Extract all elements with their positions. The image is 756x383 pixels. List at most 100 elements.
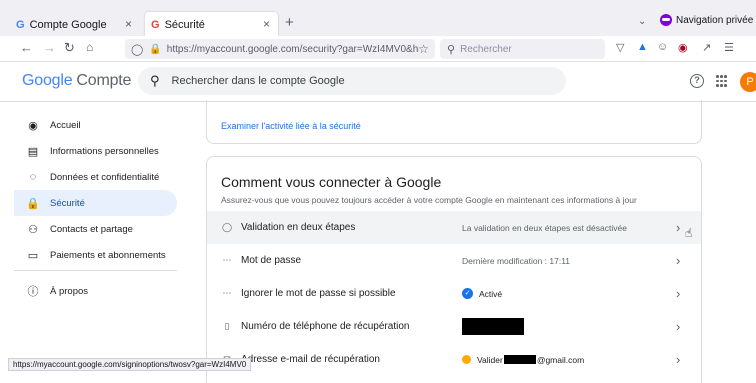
google-favicon-icon: G — [151, 19, 160, 31]
close-tab-icon[interactable]: × — [263, 17, 270, 31]
new-tab-button[interactable]: + — [285, 14, 294, 31]
sidebar-item-label: Accueil — [50, 119, 81, 131]
private-browsing-label: Navigation privée — [676, 14, 754, 26]
row-recovery-phone[interactable]: ▯ Numéro de téléphone de récupération › — [207, 310, 701, 343]
hamburger-menu-icon[interactable]: ☰ — [724, 41, 734, 54]
row-value-text: Activé — [479, 288, 503, 299]
google-favicon-icon: G — [16, 19, 25, 31]
sidebar-item-donnees-confidentialite[interactable]: ◌ Données et confidentialité — [14, 164, 177, 190]
reload-icon[interactable]: ↻ — [64, 40, 75, 56]
review-security-activity-link[interactable]: Examiner l'activité liée à la sécurité — [221, 121, 361, 131]
sidebar-item-a-propos[interactable]: ⓘ À propos — [14, 278, 177, 304]
ublock-icon[interactable]: ◉ — [678, 41, 688, 54]
info-icon: ⓘ — [27, 286, 39, 298]
row-value: Dernière modification : 17:11 — [462, 256, 570, 266]
shield-icon: ◯ — [221, 222, 233, 232]
phone-icon: ▯ — [224, 321, 230, 331]
row-recovery-email[interactable]: ✉ Adresse e-mail de récupération Valider… — [207, 343, 701, 376]
close-tab-icon[interactable]: × — [125, 17, 132, 31]
warning-dot-icon — [462, 355, 471, 364]
search-placeholder: Rechercher — [460, 43, 512, 55]
tab-compte-google[interactable]: G Compte Google × — [16, 12, 140, 38]
address-bar[interactable]: ◯ 🔒 https://myaccount.google.com/securit… — [125, 39, 435, 59]
sidebar-item-label: Informations personnelles — [50, 145, 159, 157]
sidebar-item-securite[interactable]: 🔒 Sécurité — [14, 190, 177, 216]
row-label: Validation en deux étapes — [241, 222, 356, 233]
sidebar-item-label: Paiements et abonnements — [50, 249, 166, 261]
passkey-icon: ⋯ — [222, 288, 232, 298]
row-label: Mot de passe — [241, 255, 302, 266]
security-activity-card: Examiner l'activité liée à la sécurité — [206, 100, 702, 144]
redacted-phone-number — [462, 318, 524, 335]
sidebar-item-informations-personnelles[interactable]: ▤ Informations personnelles — [14, 138, 177, 164]
google-account-logo[interactable]: Google Compte — [22, 72, 131, 90]
tracking-shield-icon[interactable]: ◯ — [131, 43, 143, 56]
google-logo-text: Google — [22, 72, 73, 89]
pointer-cursor-icon: ☝ — [685, 226, 693, 240]
url-text[interactable]: https://myaccount.google.com/security?ga… — [167, 44, 419, 55]
share-icon[interactable]: ↗ — [702, 41, 711, 54]
sidebar-item-contacts-partage[interactable]: ⚇ Contacts et partage — [14, 216, 177, 242]
chevron-right-icon: › — [676, 286, 681, 301]
sidebar-item-accueil[interactable]: ◉ Accueil — [14, 112, 177, 138]
row-label: Numéro de téléphone de récupération — [241, 321, 410, 332]
tab-title: Compte Google — [29, 19, 107, 31]
search-icon: ⚲ — [150, 73, 160, 88]
row-value — [462, 318, 524, 335]
private-browsing-indicator: Navigation privée — [660, 14, 753, 26]
tab-securite[interactable]: G Sécurité × — [145, 12, 278, 38]
row-value-prefix: Valider — [477, 354, 503, 365]
pocket-icon[interactable]: ▽ — [616, 41, 624, 54]
password-dots-icon: ⋯ — [222, 255, 232, 265]
sidebar-divider — [14, 270, 177, 271]
tab-list-chevron-down-icon[interactable]: ⌄ — [638, 16, 646, 27]
section-subtitle: Assurez-vous que vous pouvez toujours ac… — [221, 195, 637, 205]
chevron-right-icon: › — [676, 220, 681, 235]
sidebar-item-paiements-abonnements[interactable]: ▭ Paiements et abonnements — [14, 242, 177, 268]
sidebar-item-label: Sécurité — [50, 197, 85, 209]
row-value-suffix: @gmail.com — [536, 354, 585, 365]
forward-arrow-icon[interactable]: → — [43, 40, 56, 55]
link-status-bar: https://myaccount.google.com/signinoptio… — [8, 358, 252, 371]
redacted-email-user — [503, 355, 536, 364]
lock-icon[interactable]: 🔒 — [149, 44, 161, 55]
sidebar-nav: ◉ Accueil ▤ Informations personnelles ◌ … — [0, 102, 190, 383]
browser-nav-bar: ← → ↻ ⌂ ◯ 🔒 https://myaccount.google.com… — [0, 36, 756, 62]
row-two-step-verification[interactable]: ◯ Validation en deux étapes La validatio… — [207, 211, 701, 244]
google-apps-grid-icon[interactable] — [716, 75, 728, 87]
sidebar-item-label: À propos — [50, 285, 89, 297]
sidebar-item-label: Données et confidentialité — [50, 171, 160, 183]
row-label: Ignorer le mot de passe si possible — [241, 288, 396, 299]
row-skip-password[interactable]: ⋯ Ignorer le mot de passe si possible ✓ … — [207, 277, 701, 310]
product-name: Compte — [76, 72, 132, 89]
chevron-right-icon: › — [676, 319, 681, 334]
back-arrow-icon[interactable]: ← — [20, 40, 33, 55]
tab-title: Sécurité — [164, 19, 205, 31]
account-icon[interactable]: ☺ — [657, 41, 668, 53]
avatar[interactable]: P — [740, 72, 756, 92]
id-card-icon: ▤ — [27, 145, 39, 158]
row-value: La validation en deux étapes est désacti… — [462, 223, 627, 233]
sidebar-item-label: Contacts et partage — [50, 223, 133, 235]
account-circle-icon: ◉ — [28, 119, 38, 132]
chevron-right-icon: › — [676, 253, 681, 268]
browser-search-input[interactable]: ⚲ Rechercher — [440, 39, 605, 59]
google-account-header: Google Compte ⚲ Rechercher dans le compte… — [0, 62, 756, 102]
section-title: Comment vous connecter à Google — [221, 174, 442, 190]
people-icon: ⚇ — [28, 223, 38, 236]
lock-icon: 🔒 — [26, 197, 40, 210]
search-icon: ⚲ — [447, 43, 456, 56]
toggle-icon: ◌ — [29, 171, 37, 183]
private-mask-icon — [660, 14, 672, 26]
home-icon[interactable]: ⌂ — [86, 40, 93, 54]
row-label: Adresse e-mail de récupération — [241, 354, 380, 365]
row-value-text: La validation en deux étapes est désacti… — [462, 222, 627, 233]
sync-icon[interactable]: ▲ — [637, 41, 648, 53]
credit-card-icon: ▭ — [27, 249, 39, 262]
bookmark-star-icon[interactable]: ☆ — [418, 42, 429, 56]
row-password[interactable]: ⋯ Mot de passe Dernière modification : 1… — [207, 244, 701, 277]
account-search-input[interactable]: ⚲ Rechercher dans le compte Google — [138, 67, 566, 95]
signin-methods-card: Comment vous connecter à Google Assurez-… — [206, 156, 702, 383]
help-icon[interactable]: ? — [690, 74, 704, 88]
row-value: ✓ Activé — [462, 288, 502, 299]
